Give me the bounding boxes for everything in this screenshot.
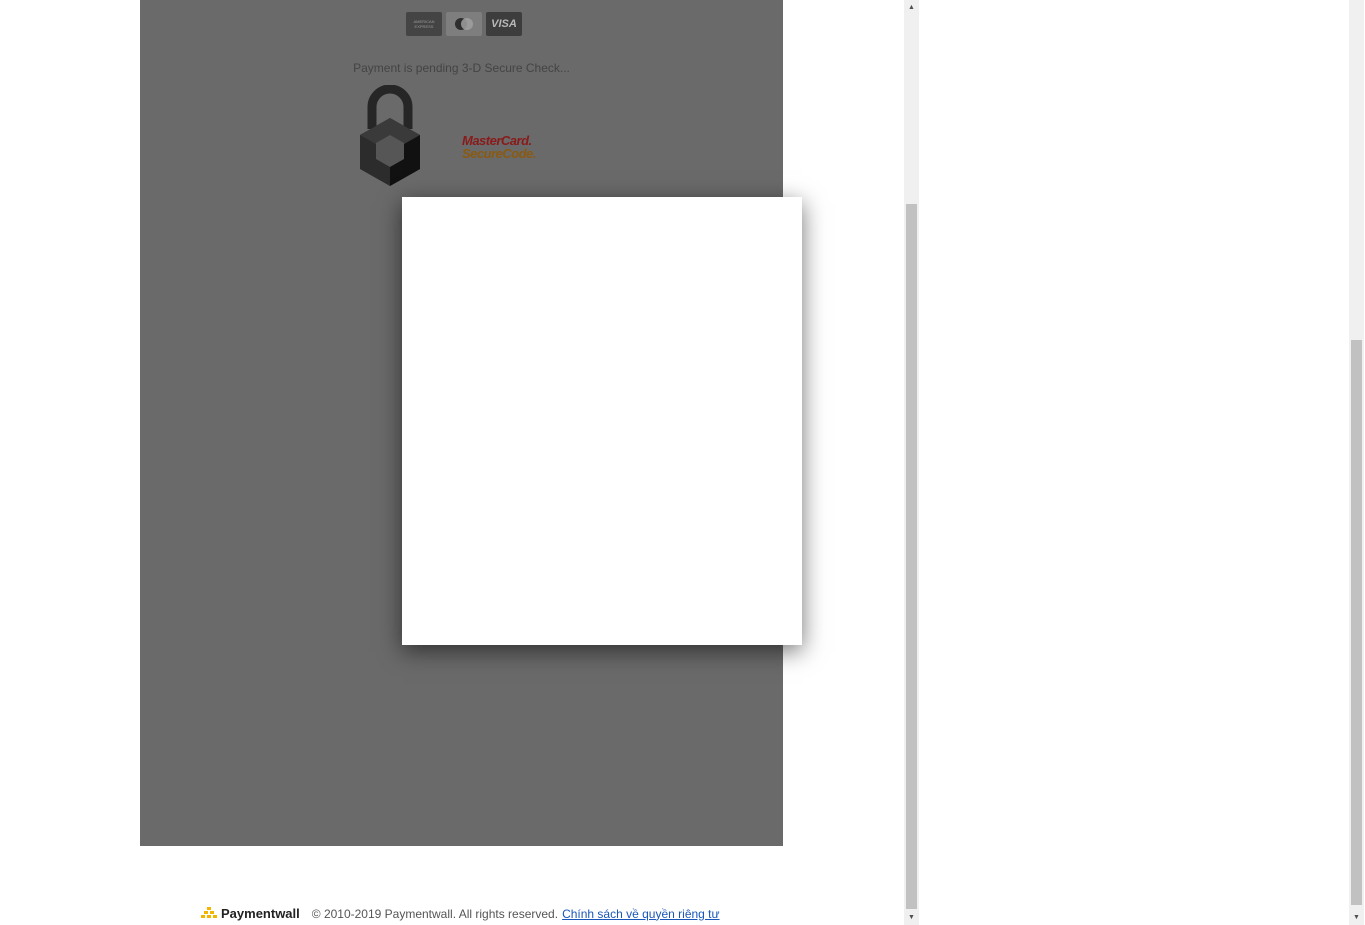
paymentwall-logo-icon (200, 906, 218, 921)
inner-scrollbar-thumb[interactable] (906, 204, 917, 909)
amex-icon: AMERICAN EXPRESS (406, 12, 442, 36)
footer: Paymentwall © 2010-2019 Paymentwall. All… (200, 906, 720, 921)
inner-scrollbar[interactable]: ▲ ▼ (904, 0, 919, 925)
page-scroll-down-arrow-icon[interactable]: ▼ (1349, 910, 1364, 925)
copyright-text: © 2010-2019 Paymentwall. All rights rese… (311, 906, 559, 921)
scroll-down-arrow-icon[interactable]: ▼ (904, 910, 919, 925)
loading-overlay: AMERICAN EXPRESS VISA Payment is pending… (140, 0, 802, 846)
3ds-challenge-modal[interactable] (402, 197, 802, 645)
pending-status-text: Payment is pending 3-D Secure Check... (353, 61, 570, 75)
paymentwall-brand: Paymentwall (200, 906, 300, 921)
page-scrollbar[interactable]: ▼ (1349, 0, 1364, 925)
payment-frame: AMERICAN EXPRESS VISA Payment is pending… (0, 0, 903, 925)
privacy-policy-link[interactable]: Chính sách về quyền riêng tư (562, 907, 719, 921)
brand-name: Paymentwall (221, 906, 300, 921)
padlock-icon (359, 84, 421, 192)
scroll-up-arrow-icon[interactable]: ▲ (904, 0, 919, 15)
mastercard-securecode-logo: MasterCard. SecureCode. (462, 133, 536, 161)
card-icons: AMERICAN EXPRESS VISA (406, 12, 522, 36)
mastercard-icon (446, 12, 482, 36)
visa-icon: VISA (486, 12, 522, 36)
page-scrollbar-thumb[interactable] (1351, 340, 1362, 905)
